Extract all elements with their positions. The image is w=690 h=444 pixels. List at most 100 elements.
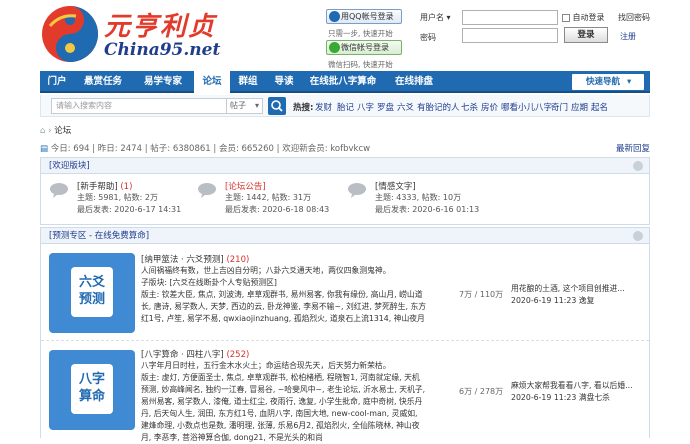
new-count: (210) (226, 255, 250, 265)
hot-word[interactable]: 七杀 (461, 101, 478, 113)
forum-last-post[interactable]: 最后发表: 2020-6-18 08:43 (225, 204, 329, 215)
post-counts: 7万 / 110万 (459, 290, 504, 299)
password-input[interactable] (462, 28, 558, 43)
last-post-title[interactable]: 麻烦大家帮我看看八字, 看以后婚... (511, 380, 651, 392)
welcome-section-header: [欢迎版块] (41, 158, 649, 174)
stats-text: 今日: 694 | 昨日: 2474 | 帖子: 6380861 | 会员: 6… (50, 144, 371, 154)
prediction-section-title[interactable]: [预测专区 - 在线免费算命] (49, 231, 149, 241)
breadcrumb-forum[interactable]: 论坛 (54, 126, 71, 136)
last-post-meta[interactable]: 2020-6-19 11:23 满盘七杀 (511, 392, 651, 404)
main-nav: 门户 悬赏任务 易学专家 论坛 群组 导读 在线批八字算命 在线排盘 快速导航 … (40, 71, 650, 93)
nav-bazi-online[interactable]: 在线批八字算命 (302, 71, 384, 93)
forum-last-post[interactable]: 最后发表: 2020-6-16 01:13 (375, 204, 479, 215)
chevron-down-icon: ▾ (254, 101, 259, 110)
forum-title[interactable]: [情感文字] (375, 182, 416, 192)
qq-login-note: 只需一步, 快速开始 (328, 29, 393, 38)
hot-word[interactable]: 奇门 (551, 101, 568, 113)
nav-portal[interactable]: 门户 (40, 71, 74, 93)
forum-title[interactable]: [纳甲筮法 · 六爻预测] (141, 255, 224, 265)
forgot-password-link[interactable]: 找回密码 (618, 12, 650, 23)
moderators-list[interactable]: 版主: 钦差大臣, 焦点, 刘波涛, 卓草观群书, 易州易客, 你我有缘份, 高… (141, 289, 427, 325)
last-post-info: 麻烦大家帮我看看八字, 看以后婚... 2020-6-19 11:23 满盘七杀 (511, 380, 651, 404)
forum-stats-line: 主题: 5981, 帖数: 2万 (77, 193, 159, 202)
nav-groups[interactable]: 群组 (230, 71, 266, 93)
hot-word[interactable]: 应期 (571, 101, 588, 113)
forum-title[interactable]: [新手帮助] (77, 182, 118, 192)
password-label: 密码 (420, 33, 436, 42)
forum-stats-line: 主题: 1442, 帖数: 31万 (225, 193, 312, 202)
last-post-meta[interactable]: 2020-6-19 11:23 逸复 (511, 295, 651, 307)
chat-bubble-icon (348, 183, 366, 198)
hot-word[interactable]: 起名 (591, 101, 608, 113)
prediction-section: [预测专区 - 在线免费算命] 六爻预测 [纳甲筮法 · 六爻预测] (210)… (40, 227, 650, 442)
qq-login-label: 用QQ帐号登录 (341, 12, 394, 21)
qq-login-button[interactable]: 用QQ帐号登录 (326, 9, 402, 24)
search-input[interactable]: 请输入搜索内容 (51, 98, 227, 114)
forum-desc-text: 八字年月日时柱，五行金木水火土；命运结合现先天，后天努力新荣枯。 (141, 361, 391, 370)
quick-nav-dropdown[interactable]: 快速导航 ▾ (572, 74, 644, 90)
nav-forum[interactable]: 论坛 (194, 71, 230, 93)
username-input[interactable] (462, 10, 558, 25)
auto-login-label: 自动登录 (572, 13, 605, 22)
forum-title[interactable]: [八字算命 · 四柱八字] (141, 350, 224, 360)
chevron-down-icon[interactable]: ▾ (447, 13, 451, 22)
hot-word[interactable]: 哪看小儿八字 (501, 101, 552, 113)
icon-text: 算命 (78, 389, 105, 404)
icon-text: 六爻 (78, 275, 105, 290)
wechat-icon (329, 42, 340, 53)
nav-guide[interactable]: 导读 (266, 71, 302, 93)
logo-domain[interactable]: China95.net (104, 40, 220, 60)
welcome-section: [欢迎版块] [新手帮助] (1) 主题: 5981, 帖数: 2万 最后发表:… (40, 157, 650, 225)
login-button[interactable]: 登录 (564, 27, 608, 43)
checkbox-icon[interactable] (562, 13, 570, 22)
chat-bubble-icon (50, 183, 68, 198)
subforum-link[interactable]: 子版块: [六爻在线断卦个人专贴预测区] (141, 277, 427, 289)
last-post-info: 用花酿的土酒, 这个项目创推进... 2020-6-19 11:23 逸复 (511, 283, 651, 307)
nav-paipan[interactable]: 在线排盘 (384, 71, 444, 93)
last-post-title[interactable]: 用花酿的土酒, 这个项目创推进... (511, 283, 651, 295)
wechat-login-label: 微信帐号登录 (341, 43, 389, 52)
hot-word[interactable]: 八字 (357, 101, 374, 113)
forum-row: 六爻预测 [纳甲筮法 · 六爻预测] (210) 人间祸福终有数，世上吉凶自分明… (41, 245, 649, 341)
auto-login-checkbox[interactable]: 自动登录 (562, 12, 605, 23)
hot-word[interactable]: 六爻 (397, 101, 414, 113)
nav-experts[interactable]: 易学专家 (132, 71, 194, 93)
yin-yang-logo-icon[interactable] (40, 4, 100, 64)
wechat-login-note: 微信扫码, 快速开始 (328, 60, 393, 69)
collapse-icon[interactable] (633, 231, 643, 241)
forum-stats: ▤ 今日: 694 | 昨日: 2474 | 帖子: 6380861 | 会员:… (40, 142, 650, 154)
forum-desc-text: 人间祸福终有数，世上吉凶自分明；八卦六爻通天地，两仪四象测鬼神。 (141, 266, 391, 275)
forum-last-post[interactable]: 最后发表: 2020-6-17 14:31 (77, 204, 181, 215)
moderators-list[interactable]: 版主: 虚灯, 方便面圣士, 焦点, 卓草观群书, 松柏楮栖, 程晓智1, 河南… (141, 372, 427, 444)
hot-word[interactable]: 胎记 (337, 101, 354, 113)
hot-word[interactable]: 房价 (481, 101, 498, 113)
search-scope-select[interactable]: 帖子 ▾ (227, 98, 263, 114)
nav-bounty[interactable]: 悬赏任务 (74, 71, 132, 93)
wechat-login-button[interactable]: 微信帐号登录 (326, 40, 402, 55)
search-bar: 请输入搜索内容 帖子 ▾ 热搜: 发财 胎记 八字 罗盘 六爻 有胎记的人 七杀… (40, 95, 650, 117)
hot-word[interactable]: 发财 (315, 101, 332, 113)
forum-description: 八字年月日时柱，五行金木水火土；命运结合现先天，后天努力新荣枯。 版主: 虚灯,… (141, 360, 427, 444)
welcome-section-title[interactable]: [欢迎版块] (49, 161, 90, 171)
forum-row: 八字 算命 [八字算命 · 四柱八字] (252) 八字年月日时柱，五行金木水火土… (41, 342, 649, 442)
register-link[interactable]: 注册 (620, 31, 636, 42)
latest-reply-link[interactable]: 最新回复 (616, 142, 650, 154)
search-scope-label: 帖子 (230, 101, 246, 110)
qq-icon (329, 11, 340, 22)
search-button[interactable] (268, 97, 286, 115)
home-icon[interactable]: ⌂ (40, 126, 45, 136)
prediction-section-header: [预测专区 - 在线免费算命] (41, 228, 649, 244)
forum-title[interactable]: [论坛公告] (225, 182, 266, 192)
hot-word[interactable]: 罗盘 (377, 101, 394, 113)
hot-word[interactable]: 有胎记的人 (417, 101, 460, 113)
quick-nav-label: 快速导航 (586, 77, 621, 87)
chat-bubble-icon (198, 183, 216, 198)
bazi-forum-icon[interactable]: 八字 算命 (49, 350, 135, 430)
collapse-icon[interactable] (633, 161, 643, 171)
hot-search-label: 热搜: (293, 103, 314, 113)
icon-text: 预测 (78, 292, 105, 307)
stats-icon: ▤ (40, 144, 49, 154)
logo-title[interactable]: 元亨利贞 (104, 6, 216, 43)
forum-stats-line: 主题: 4333, 帖数: 10万 (375, 193, 462, 202)
liuyao-forum-icon[interactable]: 六爻 预测 (49, 253, 135, 333)
